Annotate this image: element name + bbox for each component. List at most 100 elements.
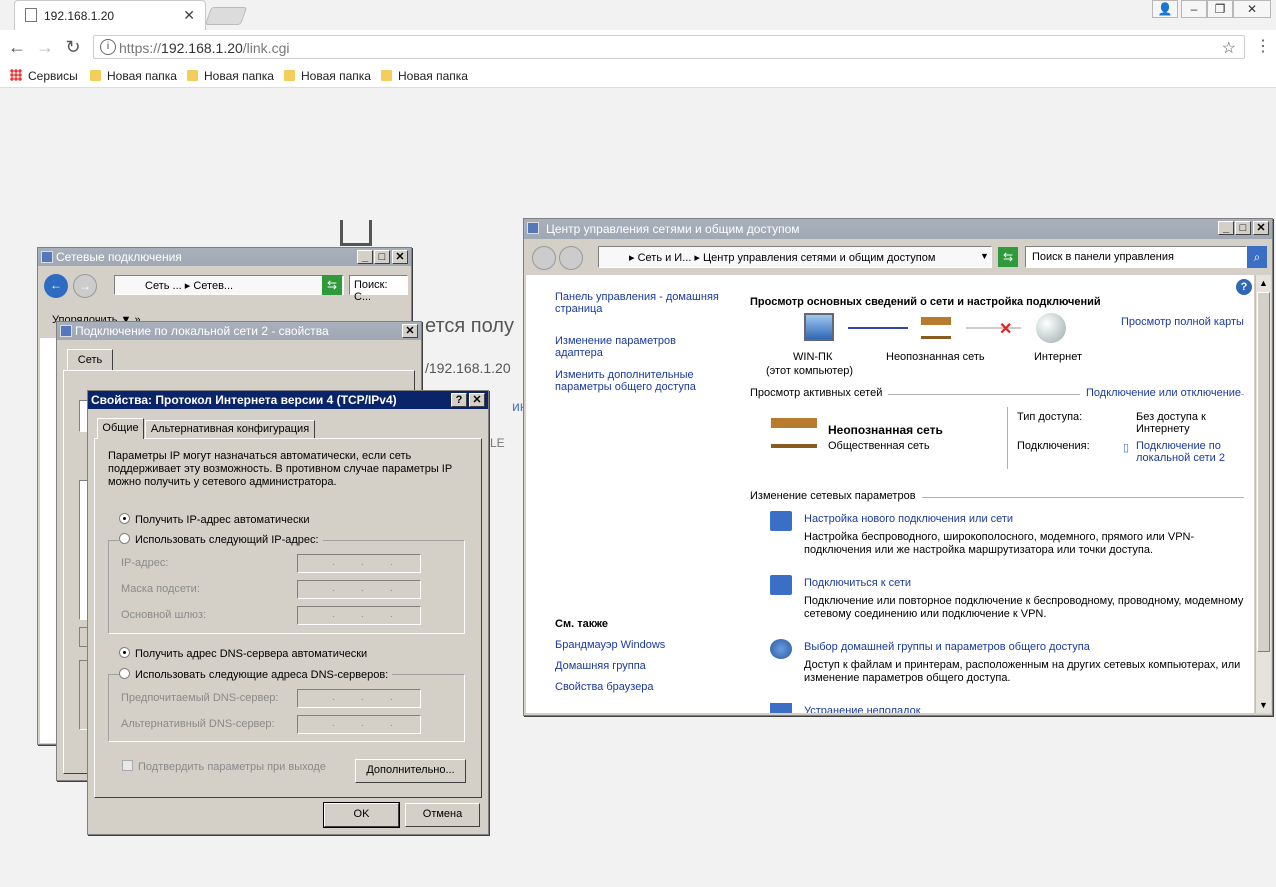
browser-tab[interactable]: 192.168.1.20 ✕ xyxy=(14,0,206,30)
task-troubleshoot[interactable]: Устранение неполадок xyxy=(804,705,921,713)
preferred-dns-field[interactable]: ... xyxy=(297,689,421,708)
ip-description: Параметры IP могут назначаться автоматич… xyxy=(108,450,452,488)
close-button[interactable]: ✕ xyxy=(392,250,408,264)
radio-auto-dns[interactable]: Получить адрес DNS-сервера автоматически xyxy=(119,647,367,660)
minimize-button[interactable]: – xyxy=(1181,0,1207,18)
refresh-icon[interactable]: ⇆ xyxy=(998,247,1018,267)
ok-button[interactable]: OK xyxy=(323,802,400,828)
bookmark-folder[interactable]: Новая папка xyxy=(284,69,371,83)
scroll-down-icon[interactable]: ▼ xyxy=(1256,697,1271,713)
content-area: Панель управления - домашняя страница Из… xyxy=(526,275,1254,713)
see-also-homegroup[interactable]: Домашняя группа xyxy=(555,660,646,672)
search-input[interactable]: Поиск: С... xyxy=(349,275,408,303)
close-window-button[interactable]: ✕ xyxy=(1233,0,1271,18)
menu-icon[interactable]: ⋮ xyxy=(1255,36,1271,56)
maximize-button[interactable]: □ xyxy=(1235,221,1251,235)
radio-auto-ip[interactable]: Получить IP-адрес автоматически xyxy=(119,513,309,526)
broken-document-icon xyxy=(340,220,372,246)
validate-checkbox[interactable]: Подтвердить параметры при выходе xyxy=(122,760,326,773)
forward-icon[interactable]: → xyxy=(73,274,97,298)
scroll-thumb[interactable] xyxy=(1257,292,1270,652)
left-link-adapter[interactable]: Изменение параметров адаптера xyxy=(555,335,705,359)
profile-icon[interactable]: 👤 xyxy=(1152,0,1178,18)
title-bar: Подключение по локальной сети 2 - свойст… xyxy=(57,322,421,340)
node-pc-label: WIN-ПК xyxy=(793,351,833,363)
bookmark-apps[interactable]: Сервисы xyxy=(10,69,78,83)
address-bar[interactable]: i https://192.168.1.20/link.cgi ☆ xyxy=(93,35,1245,59)
radio-button[interactable] xyxy=(119,647,130,658)
minimize-button[interactable]: _ xyxy=(1218,221,1234,235)
full-map-link[interactable]: Просмотр полной карты xyxy=(1121,316,1244,328)
see-also-heading: См. также xyxy=(555,618,608,630)
adapter-icon: ▯ xyxy=(1123,442,1130,454)
radio-manual-ip[interactable]: Использовать следующий IP-адрес: xyxy=(119,533,323,546)
page-text-partial: LE xyxy=(490,436,505,450)
task-connect[interactable]: Подключиться к сети xyxy=(804,577,911,589)
task-homegroup[interactable]: Выбор домашней группы и параметров общег… xyxy=(804,641,1090,653)
radio-button[interactable] xyxy=(119,513,130,524)
close-button[interactable]: ✕ xyxy=(469,393,485,407)
refresh-icon[interactable]: ⇆ xyxy=(322,275,342,295)
see-also-firewall[interactable]: Брандмауэр Windows xyxy=(555,639,665,651)
minimize-button[interactable]: _ xyxy=(357,250,373,264)
title-bar: Сетевые подключения _ □ ✕ xyxy=(38,248,411,266)
address-field[interactable]: Сеть ... ▸ Сетев... xyxy=(114,275,344,295)
back-icon[interactable]: ← xyxy=(6,36,28,58)
address-field[interactable]: ▸ Сеть и И... ▸ Центр управления сетями … xyxy=(598,246,992,268)
search-icon[interactable]: ⌕ xyxy=(1247,246,1267,268)
page-icon xyxy=(25,8,37,22)
cancel-button[interactable]: Отмена xyxy=(405,803,480,827)
vertical-scrollbar[interactable]: ▲ ▼ xyxy=(1255,275,1271,713)
see-also-browser[interactable]: Свойства браузера xyxy=(555,681,654,693)
alternate-dns-field[interactable]: ... xyxy=(297,715,421,734)
gateway-label: Основной шлюз: xyxy=(121,609,207,621)
help-icon[interactable]: ? xyxy=(1236,279,1252,295)
close-tab-icon[interactable]: ✕ xyxy=(183,7,195,24)
back-icon[interactable] xyxy=(532,246,556,270)
help-button[interactable]: ? xyxy=(451,393,467,407)
scroll-up-icon[interactable]: ▲ xyxy=(1256,275,1271,291)
dropdown-icon[interactable]: ▼ xyxy=(980,251,989,261)
separator xyxy=(1007,407,1008,469)
computer-icon xyxy=(804,313,834,341)
gateway-field[interactable]: ... xyxy=(297,606,421,625)
forward-icon[interactable] xyxy=(559,246,583,270)
task-new-connection[interactable]: Настройка нового подключения или сети xyxy=(804,513,1013,525)
bench-icon xyxy=(771,418,817,448)
subnet-mask-field[interactable]: ... xyxy=(297,580,421,599)
checkbox[interactable] xyxy=(122,760,133,771)
folder-icon xyxy=(90,70,101,81)
radio-button[interactable] xyxy=(119,668,130,679)
new-tab-button[interactable] xyxy=(204,7,248,25)
back-icon[interactable]: ← xyxy=(44,274,68,298)
apps-icon xyxy=(10,69,22,81)
preferred-dns-label: Предпочитаемый DNS-сервер: xyxy=(121,692,279,704)
bookmark-folder[interactable]: Новая папка xyxy=(381,69,468,83)
network-type-link[interactable]: Общественная сеть xyxy=(828,440,930,452)
close-button[interactable]: ✕ xyxy=(402,324,418,338)
task-new-connection-desc: Настройка беспроводного, широкополосного… xyxy=(804,531,1195,556)
ip-address-field[interactable]: ... xyxy=(297,554,421,573)
bookmark-star-icon[interactable]: ☆ xyxy=(1222,38,1236,58)
radio-manual-dns[interactable]: Использовать следующие адреса DNS-сервер… xyxy=(119,668,393,681)
reload-icon[interactable]: ↻ xyxy=(62,36,84,58)
link-line-broken xyxy=(966,327,1021,329)
site-info-icon[interactable]: i xyxy=(100,39,116,55)
maximize-button[interactable]: □ xyxy=(374,250,390,264)
advanced-button[interactable]: Дополнительно... xyxy=(355,759,466,783)
bookmark-folder[interactable]: Новая папка xyxy=(187,69,274,83)
radio-button[interactable] xyxy=(119,533,130,544)
tab-network[interactable]: Сеть xyxy=(67,349,113,371)
network-name: Неопознанная сеть xyxy=(828,423,943,437)
tab-alternate-config[interactable]: Альтернативная конфигурация xyxy=(145,420,315,439)
left-link-home[interactable]: Панель управления - домашняя страница xyxy=(555,291,735,315)
close-button[interactable]: ✕ xyxy=(1253,221,1269,235)
left-link-sharing[interactable]: Изменить дополнительные параметры общего… xyxy=(555,369,725,393)
connections-link[interactable]: Подключение по локальной сети 2 xyxy=(1136,440,1246,464)
bookmark-folder[interactable]: Новая папка xyxy=(90,69,177,83)
tab-general[interactable]: Общие xyxy=(97,418,144,439)
restore-button[interactable]: ❐ xyxy=(1207,0,1233,18)
connect-disconnect-link[interactable]: Подключение или отключение xyxy=(1080,387,1242,399)
search-input[interactable]: Поиск в панели управления xyxy=(1025,246,1247,268)
forward-icon[interactable]: → xyxy=(34,36,56,58)
